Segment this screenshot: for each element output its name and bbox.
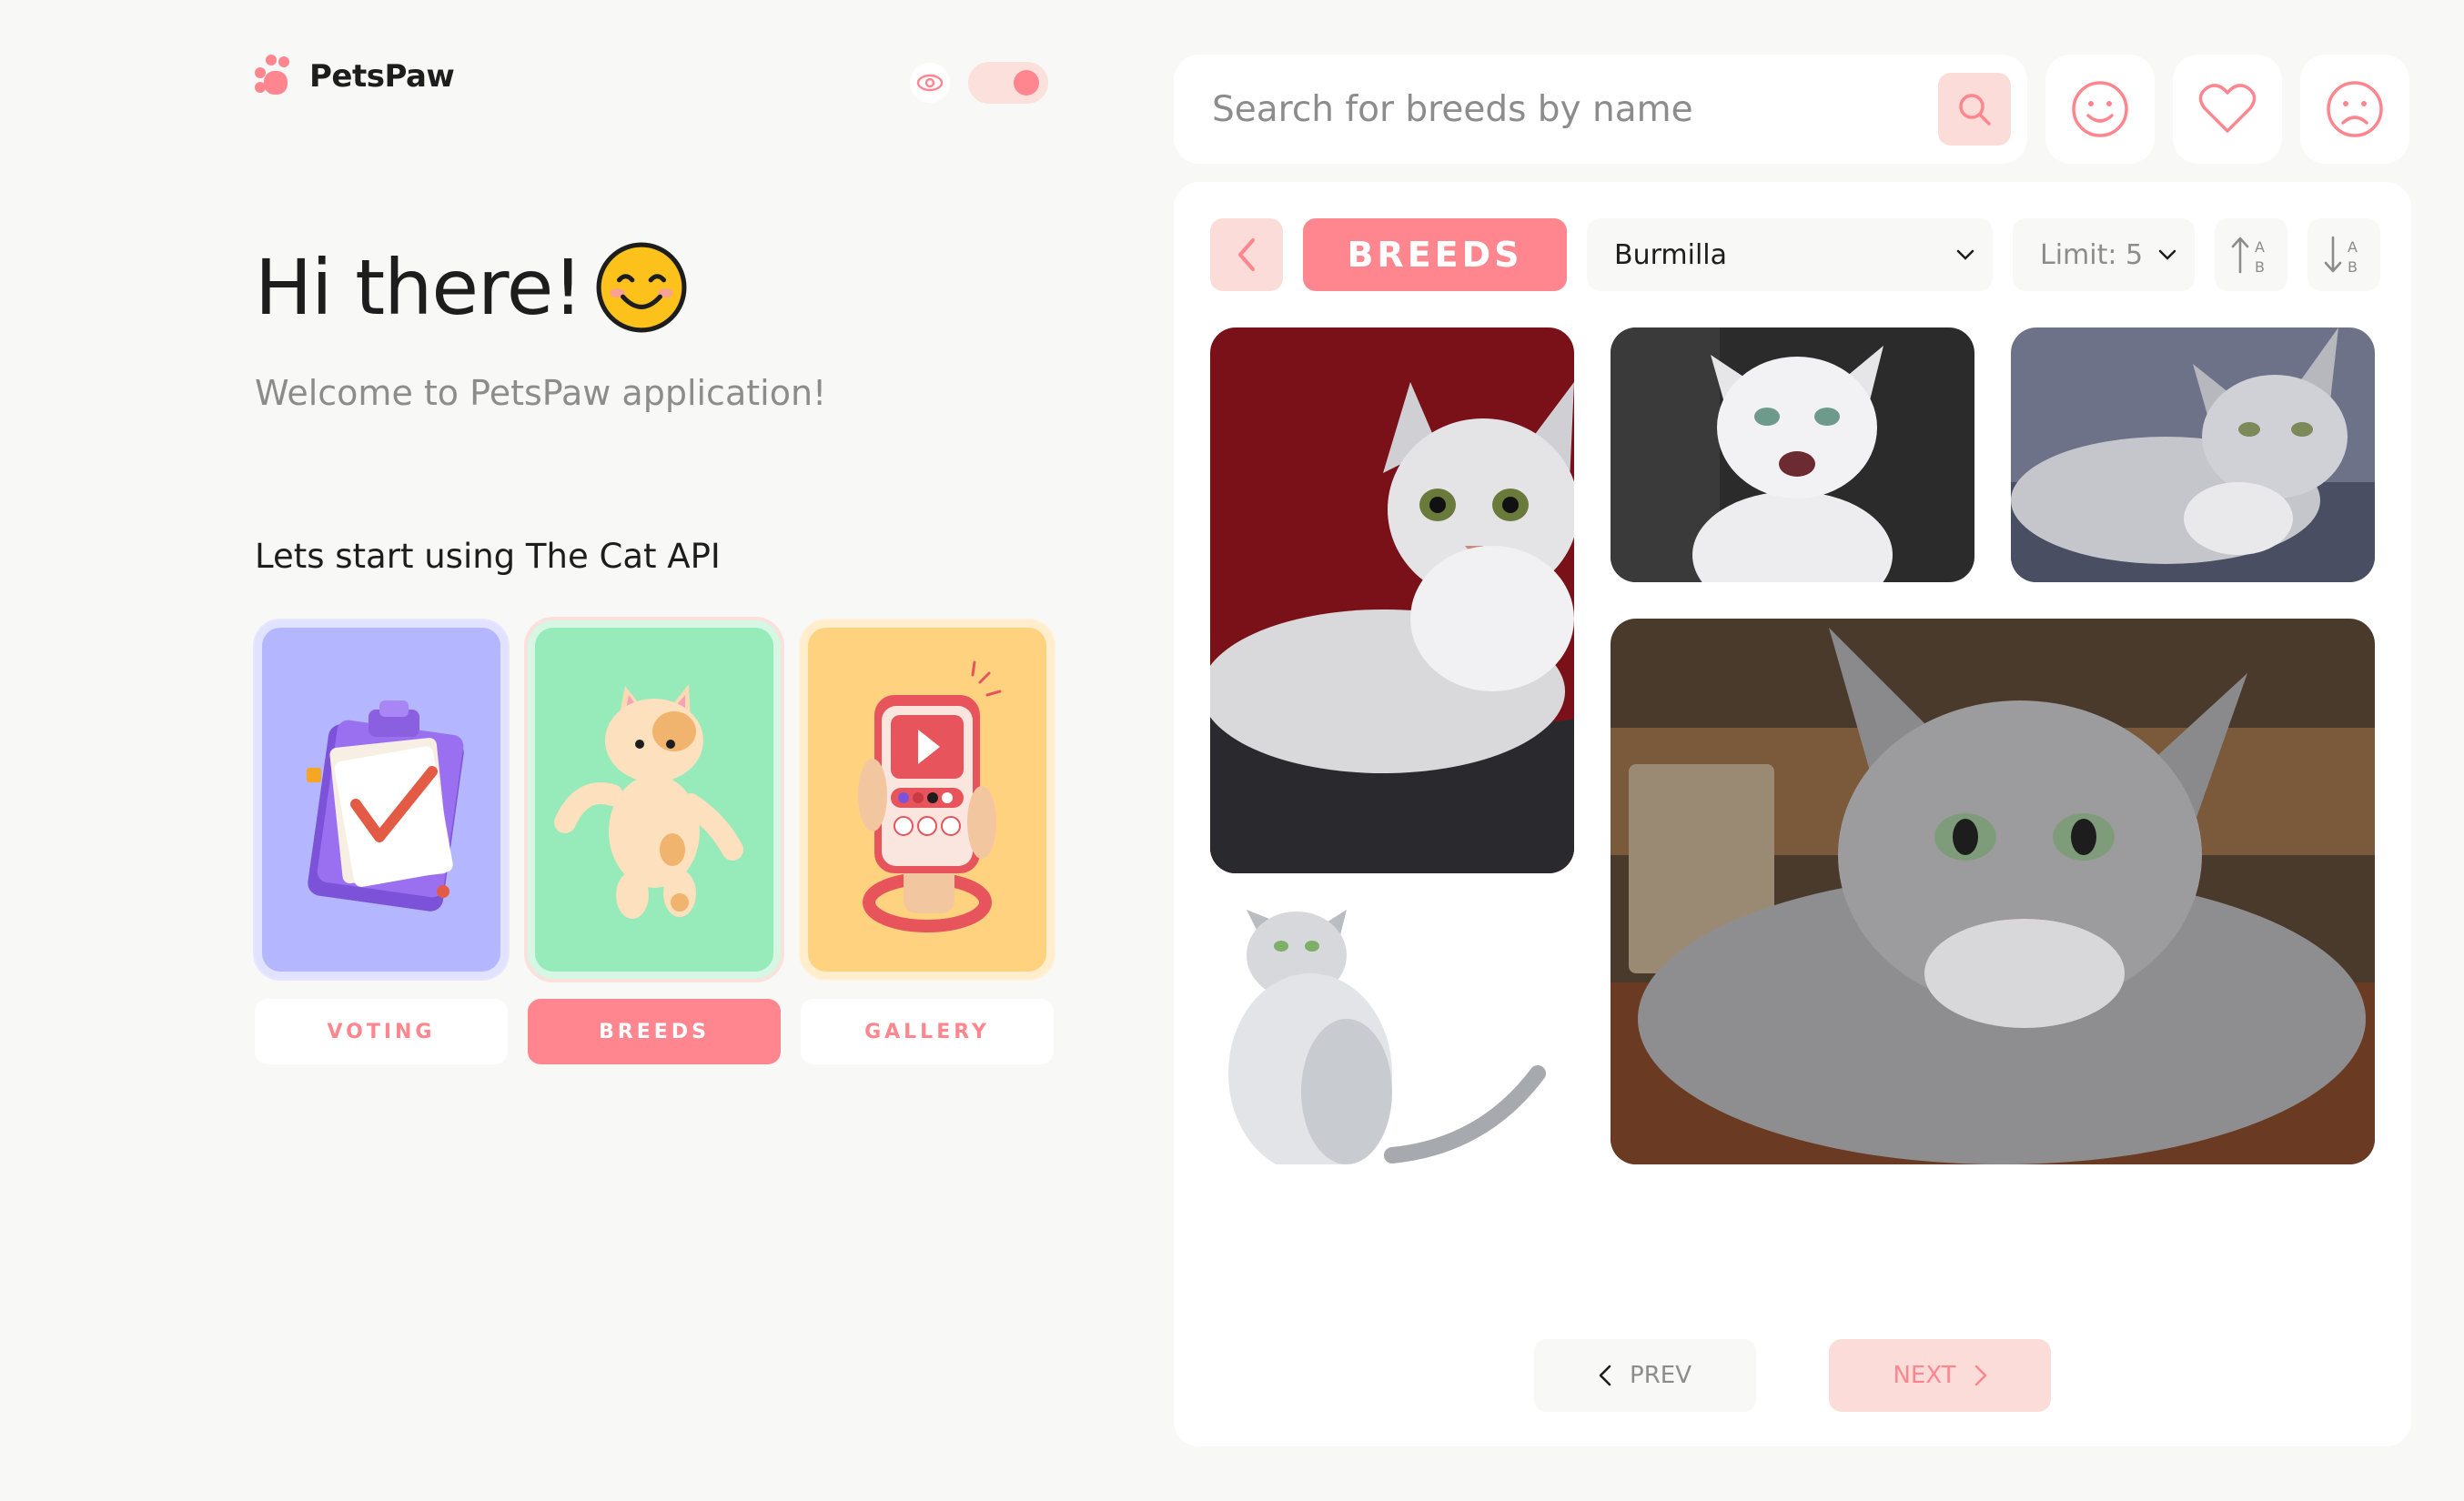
sort-ascending-icon[interactable]: AB [2215,218,2287,291]
chevron-down-icon [2158,249,2176,260]
nav-card-voting[interactable]: VOTING [255,620,508,1064]
nav-card-breeds[interactable]: BREEDS [528,620,781,1064]
prev-button[interactable]: PREV [1534,1339,1756,1412]
breed-select-value: Burmilla [1614,238,1728,271]
limit-select[interactable]: Limit: 5 [2013,218,2195,291]
pagination: PREV NEXT [1534,1339,2051,1412]
nav-cards: VOTING BREEDS GALLERY [255,620,1054,1064]
dark-mode-switch[interactable] [968,62,1048,104]
nav-card-gallery[interactable]: GALLERY [801,620,1054,1064]
sort-descending-icon[interactable]: AB [2307,218,2380,291]
cat-photo[interactable] [2011,327,2375,582]
top-bar [1174,55,2409,164]
clipboard-illustration-icon [307,700,464,912]
cat-photo[interactable] [1611,619,2375,1164]
search-icon[interactable] [1938,73,2011,146]
search-input[interactable] [1212,88,1904,130]
chevron-down-icon [1956,249,1974,260]
chevron-right-icon [1974,1365,1986,1386]
svg-text:A: A [2348,238,2358,256]
breed-select[interactable]: Burmilla [1587,218,1993,291]
smiling-face-icon [596,242,687,333]
paw-logo-icon [255,55,298,98]
cat-figure-illustration-icon [554,684,743,919]
limit-select-value: Limit: 5 [2040,238,2144,271]
back-arrow-icon[interactable] [1210,218,1283,291]
cat-photo[interactable] [1210,327,1574,873]
section-heading: Lets start using The Cat API [255,537,721,576]
voting-button[interactable]: VOTING [255,999,508,1064]
logo[interactable]: PetsPaw [255,55,455,98]
svg-text:B: B [2255,258,2265,276]
welcome-text: Welcome to PetsPaw application! [255,373,827,413]
cat-photo[interactable] [1611,327,1974,582]
heart-icon[interactable] [2173,55,2282,164]
breeds-panel: BREEDS Burmilla Limit: 5 AB AB PREV NEXT [1174,182,2411,1446]
next-button[interactable]: NEXT [1829,1339,2051,1412]
svg-text:B: B [2348,258,2358,276]
sad-icon[interactable] [2300,55,2409,164]
svg-text:A: A [2255,238,2265,256]
logo-text: PetsPaw [309,58,455,95]
gallery-card-image[interactable] [801,620,1054,979]
smile-icon[interactable] [2045,55,2155,164]
breeds-card-image[interactable] [528,620,781,979]
breeds-button[interactable]: BREEDS [528,999,781,1064]
search-box [1174,55,2027,164]
greeting: Hi there! [255,241,688,334]
section-title-badge: BREEDS [1303,218,1567,291]
page-title: Hi there! [255,243,583,332]
theme-toggle[interactable] [910,62,1048,104]
breeds-toolbar: BREEDS Burmilla Limit: 5 AB AB [1210,218,2380,291]
voting-card-image[interactable] [255,620,508,979]
prev-label: PREV [1630,1362,1691,1389]
chevron-left-icon [1599,1365,1611,1386]
phone-in-hand-illustration-icon [858,660,1002,932]
eye-icon[interactable] [910,63,950,103]
cat-photo[interactable] [1210,910,1574,1164]
next-label: NEXT [1893,1362,1956,1389]
gallery-button[interactable]: GALLERY [801,999,1054,1064]
